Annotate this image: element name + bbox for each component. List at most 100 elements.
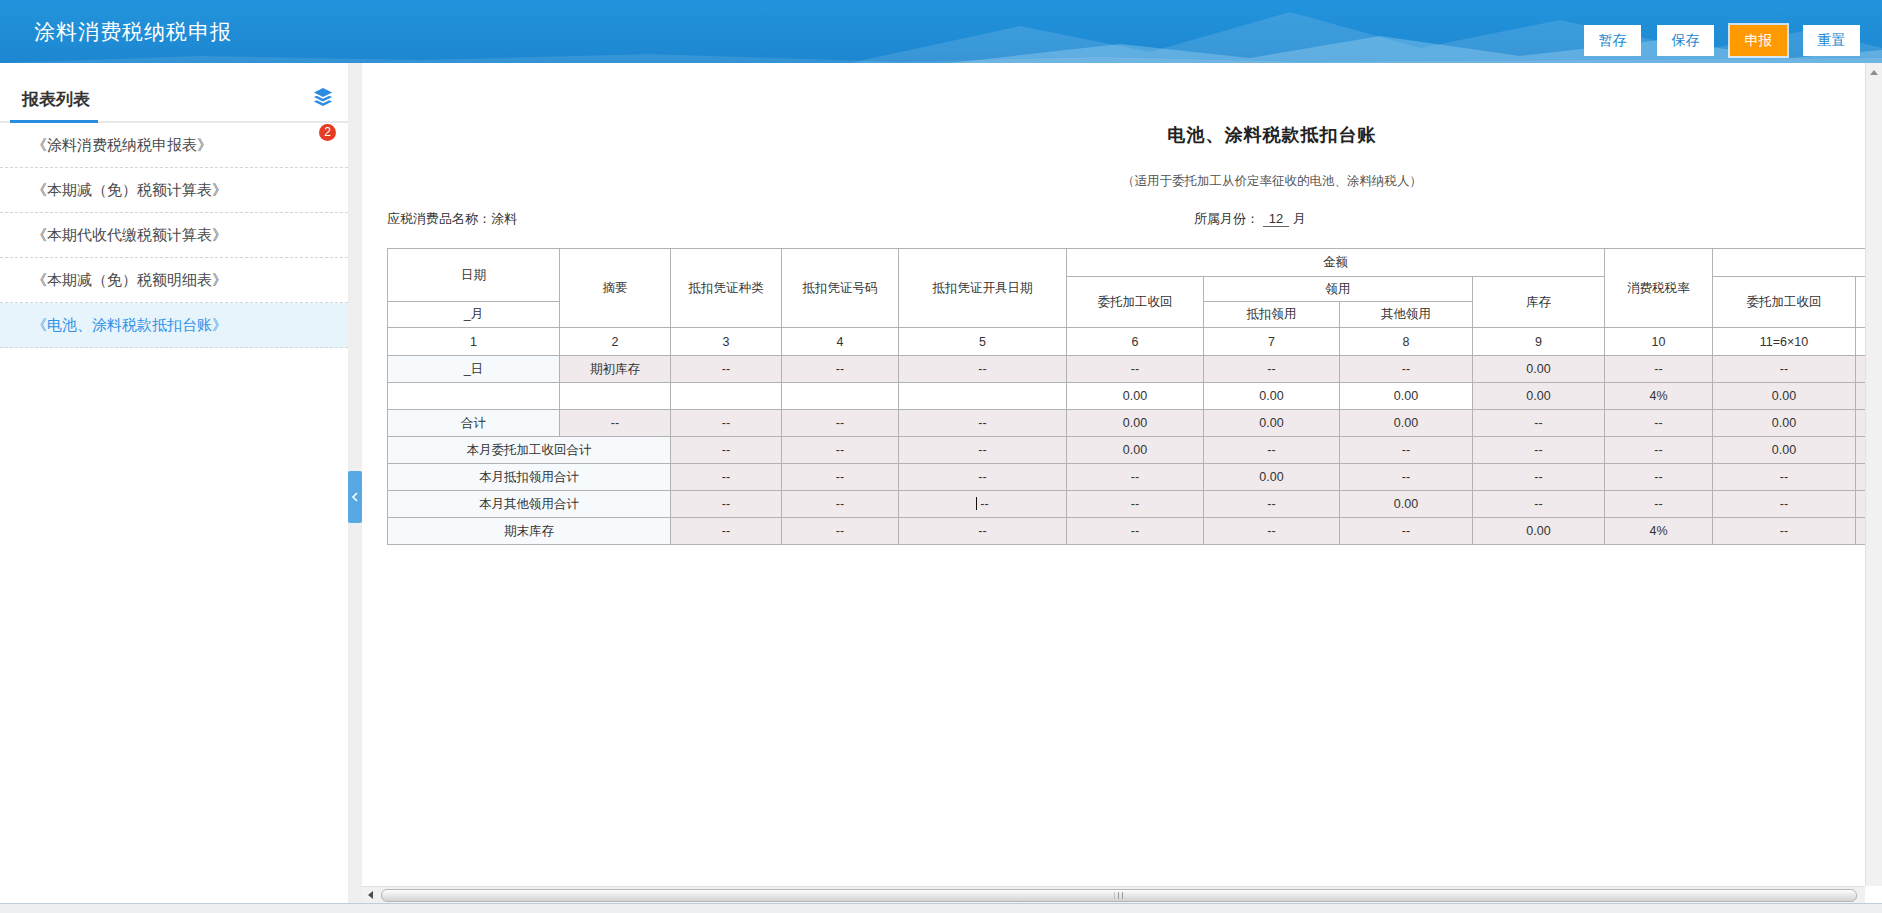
triangle-left-icon bbox=[368, 891, 373, 899]
header-cell: 委托加工收回 bbox=[1067, 277, 1204, 328]
data-cell bbox=[1856, 437, 1866, 464]
data-cell bbox=[1856, 356, 1866, 383]
data-cell: -- bbox=[782, 356, 899, 383]
scroll-up-button[interactable] bbox=[1866, 63, 1882, 81]
data-cell: -- bbox=[782, 437, 899, 464]
app-body: 报表列表 《涂料消费税纳税申报表》 2 《本期减（免）税额计算表》 《本期代收代… bbox=[0, 63, 1882, 903]
data-cell: 0.00 bbox=[1713, 437, 1856, 464]
data-cell: -- bbox=[1605, 356, 1713, 383]
sidebar-item-deduction-ledger[interactable]: 《电池、涂料税款抵扣台账》 bbox=[0, 303, 348, 348]
data-cell: -- bbox=[1605, 491, 1713, 518]
reporting-month: 所属月份： 12 月 bbox=[1194, 210, 1306, 228]
taxable-product-label: 应税消费品名称：涂料 bbox=[387, 210, 517, 228]
row-label-cell: 本月其他领用合计 bbox=[388, 491, 671, 518]
column-number-cell bbox=[1856, 328, 1866, 356]
data-cell: -- bbox=[1204, 356, 1340, 383]
row-label-cell: _日 bbox=[388, 356, 560, 383]
focused-input-cell[interactable]: -- bbox=[899, 491, 1067, 518]
data-cell: -- bbox=[899, 518, 1067, 545]
column-number-cell: 2 bbox=[560, 328, 671, 356]
data-cell bbox=[1856, 410, 1866, 437]
report-title: 电池、涂料税款抵扣台账 bbox=[362, 123, 1865, 147]
report-subtitle: （适用于委托加工从价定率征收的电池、涂料纳税人） bbox=[362, 173, 1865, 190]
data-cell: -- bbox=[1340, 356, 1473, 383]
data-cell: -- bbox=[899, 356, 1067, 383]
triangle-up-icon bbox=[1870, 70, 1878, 75]
data-cell[interactable] bbox=[388, 383, 560, 410]
save-button[interactable]: 保存 bbox=[1657, 25, 1714, 56]
data-cell: -- bbox=[899, 410, 1067, 437]
row-label-cell: 本月抵扣领用合计 bbox=[388, 464, 671, 491]
header-cell: 摘要 bbox=[560, 249, 671, 328]
temp-save-button[interactable]: 暂存 bbox=[1584, 25, 1641, 56]
vertical-scrollbar[interactable] bbox=[1865, 63, 1882, 886]
horizontal-scrollbar[interactable] bbox=[362, 886, 1865, 903]
chevron-left-icon bbox=[351, 492, 359, 502]
data-cell: 期初库存 bbox=[560, 356, 671, 383]
layers-icon[interactable] bbox=[312, 87, 334, 111]
data-cell: -- bbox=[1340, 437, 1473, 464]
row-label-cell: 合计 bbox=[388, 410, 560, 437]
data-cell[interactable] bbox=[899, 383, 1067, 410]
month-label: 所属月份： bbox=[1194, 211, 1259, 226]
data-cell[interactable]: 0.00 bbox=[1340, 383, 1473, 410]
data-cell: -- bbox=[1605, 410, 1713, 437]
column-number-cell: 9 bbox=[1473, 328, 1605, 356]
header-cell: 抵扣凭证号码 bbox=[782, 249, 899, 328]
data-cell: -- bbox=[1713, 464, 1856, 491]
main-content: 电池、涂料税款抵扣台账 （适用于委托加工从价定率征收的电池、涂料纳税人） 应税消… bbox=[362, 63, 1882, 903]
column-number-cell: 10 bbox=[1605, 328, 1713, 356]
data-cell: 0.00 bbox=[1067, 437, 1204, 464]
month-unit: 月 bbox=[1293, 211, 1306, 226]
sidebar-item-reduction-detail[interactable]: 《本期减（免）税额明细表》 bbox=[0, 258, 348, 303]
sidebar-collapse-tab[interactable] bbox=[348, 471, 362, 523]
header-cell: 抵扣凭证种类 bbox=[671, 249, 782, 328]
sidebar-item-declaration-form[interactable]: 《涂料消费税纳税申报表》 2 bbox=[0, 123, 348, 168]
data-cell: 0.00 bbox=[1204, 464, 1340, 491]
data-cell: -- bbox=[1473, 410, 1605, 437]
sidebar-item-label: 《本期代收代缴税额计算表》 bbox=[32, 226, 227, 243]
header-cell: 库存 bbox=[1473, 277, 1605, 328]
data-cell: -- bbox=[1605, 464, 1713, 491]
data-cell[interactable]: 0.00 bbox=[1067, 383, 1204, 410]
data-cell: 0.00 bbox=[1473, 383, 1605, 410]
data-cell[interactable] bbox=[560, 383, 671, 410]
submit-button[interactable]: 申报 bbox=[1730, 25, 1787, 56]
column-number-cell: 5 bbox=[899, 328, 1067, 356]
column-number-cell: 7 bbox=[1204, 328, 1340, 356]
sidebar-items: 《涂料消费税纳税申报表》 2 《本期减（免）税额计算表》 《本期代收代缴税额计算… bbox=[0, 123, 348, 348]
data-cell: 0.00 bbox=[1473, 356, 1605, 383]
scroll-left-button[interactable] bbox=[362, 887, 379, 904]
data-cell: -- bbox=[782, 491, 899, 518]
data-cell bbox=[1856, 464, 1866, 491]
header-cell bbox=[1713, 249, 1866, 277]
header-cell: _月 bbox=[388, 302, 560, 328]
data-cell: -- bbox=[1204, 491, 1340, 518]
data-cell: -- bbox=[899, 464, 1067, 491]
data-cell[interactable]: 0.00 bbox=[1204, 383, 1340, 410]
action-buttons: 暂存 保存 申报 重置 bbox=[1584, 25, 1860, 56]
header-cell: 抵扣凭证开具日期 bbox=[899, 249, 1067, 328]
data-cell[interactable] bbox=[782, 383, 899, 410]
sidebar-item-label: 《本期减（免）税额明细表》 bbox=[32, 271, 227, 288]
data-cell: -- bbox=[671, 410, 782, 437]
header-cell: 金额 bbox=[1067, 249, 1605, 277]
error-count-badge: 2 bbox=[319, 124, 336, 141]
data-cell bbox=[1856, 491, 1866, 518]
top-bar: 涂料消费税纳税申报 暂存 保存 申报 重置 bbox=[0, 0, 1882, 63]
sidebar-item-reduction-calc[interactable]: 《本期减（免）税额计算表》 bbox=[0, 168, 348, 213]
month-value[interactable]: 12 bbox=[1263, 211, 1289, 227]
thumb-grip-icon bbox=[1115, 892, 1124, 899]
data-cell: -- bbox=[782, 464, 899, 491]
column-number-cell: 11=6×10 bbox=[1713, 328, 1856, 356]
header-cell: 消费税税率 bbox=[1605, 249, 1713, 328]
sidebar-title: 报表列表 bbox=[22, 88, 90, 111]
reset-button[interactable]: 重置 bbox=[1803, 25, 1860, 56]
data-cell[interactable] bbox=[671, 383, 782, 410]
data-cell: 0.00 bbox=[1204, 410, 1340, 437]
sidebar-item-withholding-calc[interactable]: 《本期代收代缴税额计算表》 bbox=[0, 213, 348, 258]
data-cell: 0.00 bbox=[1340, 410, 1473, 437]
data-cell: -- bbox=[1067, 356, 1204, 383]
data-cell: -- bbox=[671, 356, 782, 383]
horizontal-scroll-thumb[interactable] bbox=[381, 889, 1857, 902]
